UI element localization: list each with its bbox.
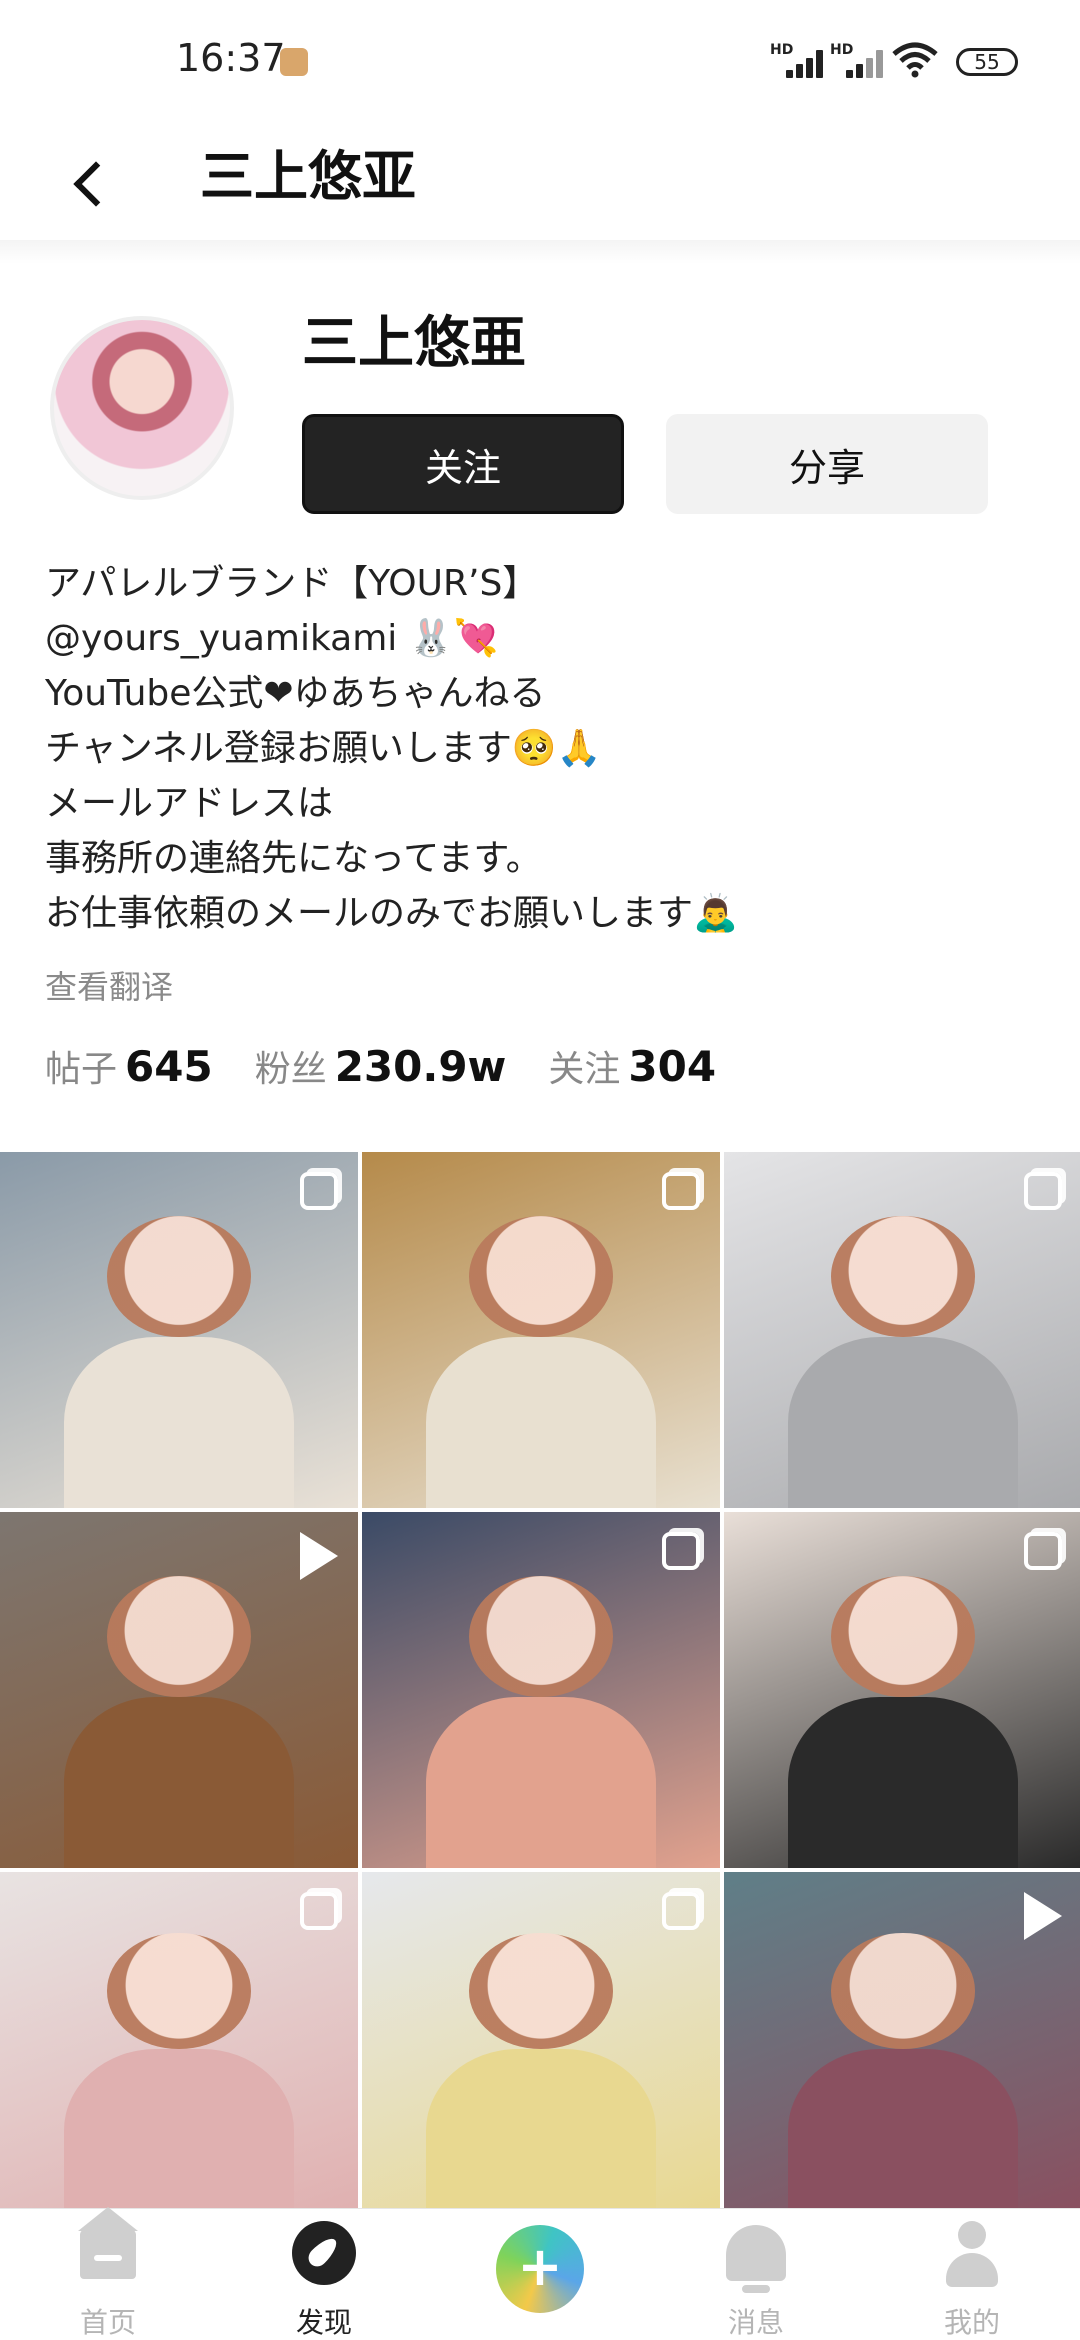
- post-subject-face: [469, 1216, 613, 1338]
- post-subject: [788, 1697, 1018, 1868]
- post-subject: [426, 1697, 656, 1868]
- post-thumbnail[interactable]: [724, 1152, 1080, 1508]
- post-thumbnail[interactable]: [724, 1512, 1080, 1868]
- post-thumbnail[interactable]: [362, 1512, 720, 1868]
- page-title: 三上悠亚: [200, 145, 416, 208]
- post-thumbnail[interactable]: [0, 1512, 358, 1868]
- multi-image-icon: [1024, 1532, 1062, 1570]
- notification-app-icon: [280, 48, 308, 76]
- fans-stat[interactable]: 粉丝 230.9w: [255, 1040, 507, 1092]
- post-thumbnail[interactable]: [362, 1152, 720, 1508]
- bio-line: チャンネル登録お願いします🥺🙏: [45, 728, 602, 769]
- bio-line: 事務所の連絡先になってます。: [45, 838, 542, 879]
- post-subject: [426, 1337, 656, 1508]
- profile-stats: 帖子 645 粉丝 230.9w 关注 304: [45, 1040, 758, 1100]
- nav-me[interactable]: 我的: [902, 2209, 1042, 2340]
- nav-messages-label: 消息: [727, 2306, 784, 2339]
- nav-discover[interactable]: 发现: [254, 2209, 394, 2340]
- cell-signal-1-icon: HD: [770, 42, 830, 78]
- post-subject-face: [469, 1576, 613, 1698]
- nav-messages[interactable]: 消息: [686, 2209, 826, 2340]
- post-subject: [426, 2048, 656, 2212]
- battery-icon: 55: [956, 48, 1018, 76]
- multi-image-icon: [300, 1892, 338, 1930]
- user-icon: [946, 2221, 998, 2289]
- nav-home[interactable]: 首页: [38, 2207, 178, 2340]
- wifi-icon: [892, 42, 938, 78]
- posts-stat[interactable]: 帖子 645: [45, 1040, 213, 1092]
- profile-name: 三上悠亜: [302, 311, 526, 376]
- post-subject: [788, 2048, 1018, 2212]
- bio: アパレルブランド【YOUR’S】 @yours_yuamikami 🐰💘 You…: [45, 556, 1045, 941]
- nav-home-label: 首页: [79, 2306, 136, 2339]
- post-grid: [0, 1152, 1080, 2212]
- fans-label: 粉丝: [254, 1049, 327, 1090]
- add-post-button[interactable]: +: [496, 2225, 584, 2313]
- post-thumbnail[interactable]: [724, 1872, 1080, 2212]
- nav-discover-label: 发现: [295, 2306, 352, 2339]
- share-button[interactable]: 分享: [666, 414, 988, 514]
- bio-line: お仕事依頼のメールのみでお願いします🙇‍♂️: [45, 893, 738, 934]
- top-bar: 三上悠亚: [0, 120, 1080, 240]
- post-subject: [64, 1337, 294, 1508]
- cell-signal-2-icon: HD: [830, 42, 890, 78]
- following-count: 304: [628, 1042, 717, 1091]
- post-subject: [64, 2048, 294, 2212]
- post-subject: [788, 1337, 1018, 1508]
- status-bar: 16:37 HD HD 55: [0, 0, 1080, 120]
- multi-image-icon: [662, 1892, 700, 1930]
- video-play-icon: [1024, 1892, 1062, 1940]
- multi-image-icon: [300, 1172, 338, 1210]
- posts-count: 645: [125, 1042, 213, 1091]
- post-thumbnail[interactable]: [0, 1152, 358, 1508]
- bio-line: YouTube公式❤ゆあちゃんねる: [45, 673, 546, 714]
- bell-icon: [726, 2225, 786, 2293]
- post-subject-face: [469, 1933, 613, 2049]
- multi-image-icon: [662, 1532, 700, 1570]
- follow-button[interactable]: 关注: [302, 414, 624, 514]
- post-thumbnail[interactable]: [362, 1872, 720, 2212]
- multi-image-icon: [662, 1172, 700, 1210]
- post-subject-face: [831, 1576, 975, 1698]
- avatar[interactable]: [50, 316, 234, 500]
- post-subject-face: [831, 1216, 975, 1338]
- fans-count: 230.9w: [334, 1042, 507, 1091]
- see-translation-link[interactable]: 查看翻译: [45, 962, 173, 1008]
- multi-image-icon: [1024, 1172, 1062, 1210]
- post-subject-face: [107, 1933, 251, 2049]
- bio-line: メールアドレスは: [45, 783, 334, 824]
- posts-label: 帖子: [45, 1049, 118, 1090]
- home-icon: [78, 2207, 138, 2279]
- post-thumbnail[interactable]: [0, 1872, 358, 2212]
- back-button[interactable]: [62, 146, 112, 216]
- post-subject-face: [831, 1933, 975, 2049]
- bio-line: アパレルブランド【YOUR’S】: [45, 563, 539, 604]
- following-stat[interactable]: 关注 304: [548, 1040, 716, 1092]
- discover-icon: [292, 2221, 356, 2285]
- header-divider: [0, 240, 1080, 264]
- bottom-nav: 首页 发现 + 消息 我的: [0, 2207, 1080, 2340]
- following-label: 关注: [548, 1049, 621, 1090]
- post-subject-face: [107, 1216, 251, 1338]
- status-time: 16:37: [176, 36, 286, 80]
- nav-me-label: 我的: [943, 2306, 1000, 2339]
- video-play-icon: [300, 1532, 338, 1580]
- post-subject-face: [107, 1576, 251, 1698]
- bio-line[interactable]: @yours_yuamikami 🐰💘: [45, 611, 1045, 666]
- post-subject: [64, 1697, 294, 1868]
